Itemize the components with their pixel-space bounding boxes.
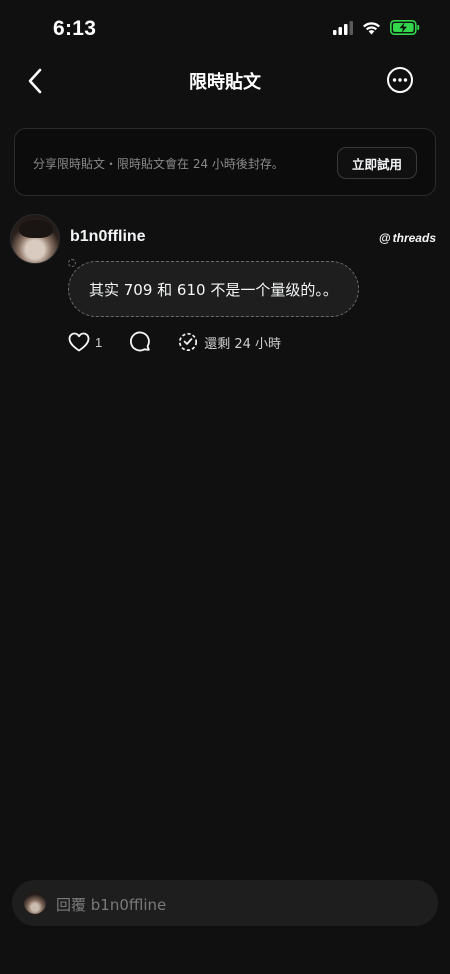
post-actions: 1 還剩 24 小時: [68, 329, 281, 355]
more-icon: [387, 67, 413, 93]
like-count: 1: [95, 334, 103, 350]
page-title: 限時貼文: [189, 72, 261, 92]
comment-button[interactable]: [129, 331, 151, 353]
expire-icon: [179, 332, 198, 352]
expire-text: 還剩 24 小時: [204, 336, 282, 352]
threads-logo-word: threads: [392, 231, 436, 245]
status-time: 6:13: [53, 17, 97, 40]
username[interactable]: b1n0ffline: [70, 228, 146, 246]
bubble-tail: [68, 259, 76, 267]
signal-icon: [333, 20, 353, 35]
reply-placeholder: 回覆 b1n0ffline: [56, 896, 167, 914]
battery-icon: [390, 20, 420, 35]
reply-avatar: [24, 892, 46, 914]
avatar[interactable]: [10, 214, 60, 264]
stories-banner: 分享限時貼文・限時貼文會在 24 小時後封存。 立即試用: [14, 128, 436, 196]
heart-icon: [68, 332, 90, 352]
more-button[interactable]: [386, 66, 414, 94]
like-button[interactable]: 1: [68, 332, 102, 352]
threads-logo: @ threads: [379, 231, 436, 245]
post-bubble[interactable]: 其实 709 和 610 不是一个量级的。。: [68, 261, 359, 317]
expiry-indicator: 還剩 24 小時: [178, 332, 281, 352]
status-bar: 6:13: [0, 0, 450, 60]
wifi-icon: [363, 21, 380, 34]
nav-bar: 限時貼文: [0, 58, 450, 102]
comment-icon: [130, 331, 151, 352]
reply-input[interactable]: 回覆 b1n0ffline: [12, 880, 438, 926]
banner-text: 分享限時貼文・限時貼文會在 24 小時後封存。: [33, 157, 284, 171]
try-now-button[interactable]: 立即試用: [336, 147, 417, 179]
threads-logo-symbol: @: [378, 231, 391, 245]
status-icons: [333, 20, 420, 35]
